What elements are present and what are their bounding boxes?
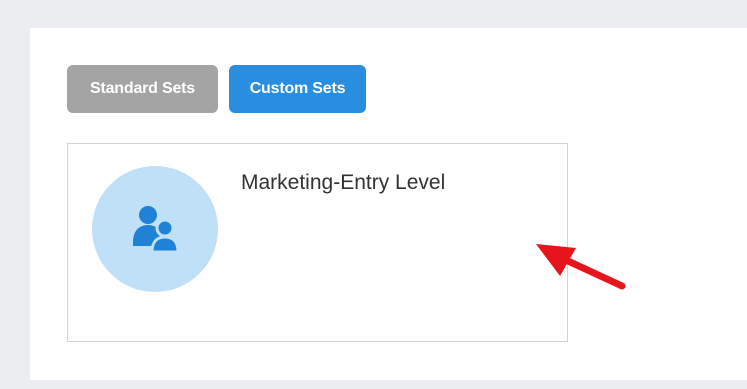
tab-custom-sets[interactable]: Custom Sets bbox=[229, 65, 366, 113]
red-arrow-pointer-icon bbox=[536, 244, 626, 290]
card-title: Marketing-Entry Level bbox=[241, 171, 446, 194]
avatar bbox=[92, 166, 218, 292]
set-type-tabs: Standard Sets Custom Sets bbox=[67, 65, 366, 113]
tab-standard-sets[interactable]: Standard Sets bbox=[67, 65, 218, 113]
custom-set-card[interactable]: Marketing-Entry Level bbox=[67, 143, 568, 342]
user-group-icon bbox=[133, 206, 180, 254]
